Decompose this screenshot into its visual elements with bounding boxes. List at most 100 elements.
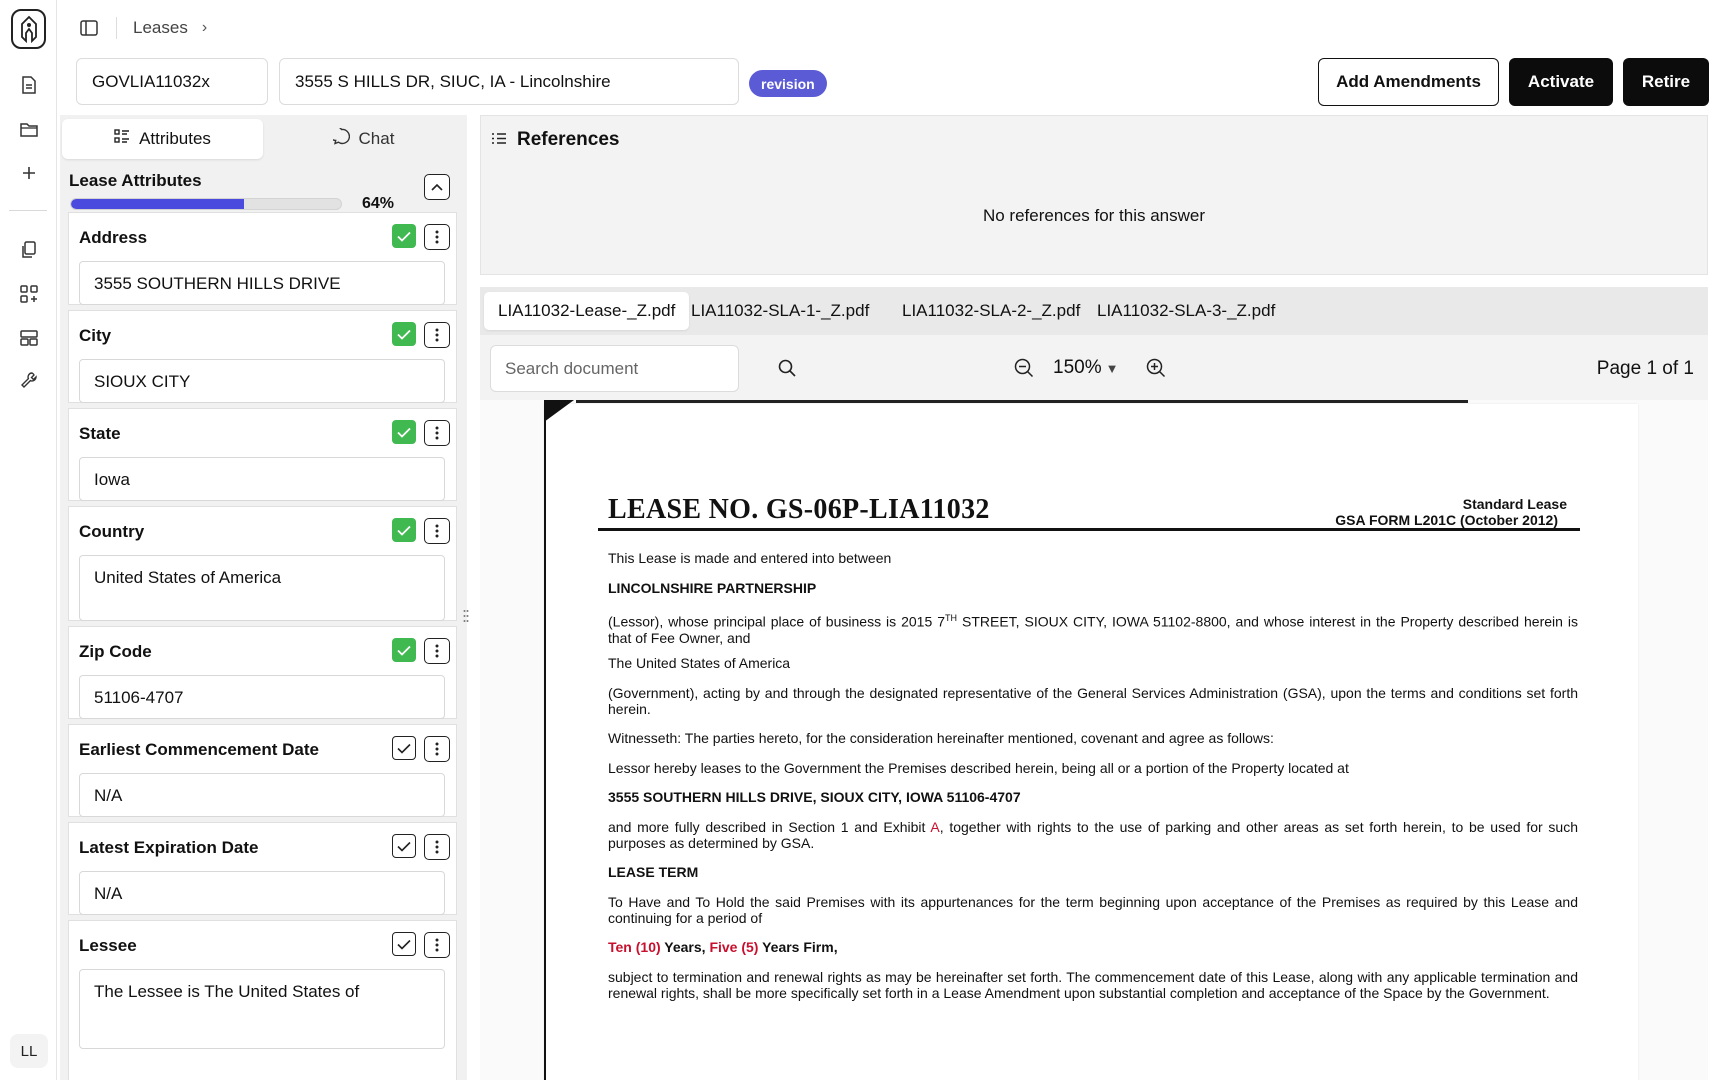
tab-doc-sla-3[interactable]: LIA11032-SLA-3-_Z.pdf	[1083, 292, 1289, 330]
document-search-input[interactable]	[490, 345, 739, 392]
zoom-in-icon[interactable]	[1144, 356, 1168, 380]
verified-check-icon[interactable]	[392, 224, 416, 248]
doc-paragraph: LEASE TERM	[608, 864, 699, 880]
latest-expiration-date-input[interactable]: N/A	[79, 871, 445, 915]
country-input[interactable]: United States of America	[79, 555, 445, 621]
attribute-state: State Iowa	[68, 408, 457, 501]
attributes-panel: Attributes Chat Lease Attributes 64% Add…	[60, 115, 467, 1080]
doc-highlight: Ten (10)	[608, 939, 661, 955]
layout-icon[interactable]	[18, 327, 40, 349]
user-avatar[interactable]: LL	[10, 1034, 48, 1068]
app-rail: LL	[0, 0, 57, 1080]
doc-paragraph: 3555 SOUTHERN HILLS DRIVE, SIOUX CITY, I…	[608, 789, 1021, 805]
address-input[interactable]: 3555 SOUTHERN HILLS DRIVE	[79, 261, 445, 305]
doc-paragraph: To Have and To Hold the said Premises wi…	[608, 894, 1578, 926]
activate-button[interactable]: Activate	[1509, 58, 1613, 106]
tab-attributes-label: Attributes	[139, 129, 211, 148]
sidebar-toggle-icon[interactable]	[76, 15, 102, 41]
tab-attributes[interactable]: Attributes	[62, 119, 263, 159]
app-logo[interactable]	[11, 9, 46, 49]
doc-paragraph: and more fully described in Section 1 an…	[608, 819, 1578, 851]
field-label: State	[79, 424, 121, 443]
doc-paragraph: This Lease is made and entered into betw…	[608, 550, 892, 566]
doc-paragraph: subject to termination and renewal right…	[608, 969, 1578, 1001]
verified-check-icon[interactable]	[392, 420, 416, 444]
field-label: City	[79, 326, 112, 345]
pdf-page: LEASE NO. GS-06P-LIA11032 Standard Lease…	[544, 400, 1638, 1080]
document-tabs: LIA11032-Lease-_Z.pdf LIA11032-SLA-1-_Z.…	[480, 287, 1708, 335]
more-options-icon[interactable]	[424, 932, 450, 958]
tab-chat[interactable]: Chat	[263, 119, 464, 159]
earliest-commencement-date-input[interactable]: N/A	[79, 773, 445, 817]
lease-attributes-title: Lease Attributes	[69, 171, 202, 190]
wrench-icon[interactable]	[18, 369, 40, 391]
page-scan-edge	[576, 400, 1468, 403]
verified-check-icon[interactable]	[392, 518, 416, 542]
copy-icon[interactable]	[18, 239, 40, 261]
page-indicator: Page 1 of 1	[1596, 358, 1694, 379]
retire-button[interactable]: Retire	[1623, 58, 1709, 106]
document-viewport[interactable]: LEASE NO. GS-06P-LIA11032 Standard Lease…	[480, 400, 1708, 1080]
references-empty-message: No references for this answer	[982, 206, 1206, 225]
doc-superscript: TH	[945, 613, 958, 623]
unverified-check-icon[interactable]	[392, 834, 416, 858]
panel-resize-handle[interactable]	[463, 609, 469, 623]
progress-percent: 64%	[362, 195, 395, 212]
attribute-address: Address 3555 SOUTHERN HILLS DRIVE	[68, 212, 457, 305]
rail-divider	[9, 210, 47, 211]
document-icon[interactable]	[18, 74, 40, 96]
lease-code-field[interactable]: GOVLIA11032x	[76, 58, 268, 105]
tab-doc-lease[interactable]: LIA11032-Lease-_Z.pdf	[484, 292, 690, 330]
more-options-icon[interactable]	[424, 224, 450, 250]
more-options-icon[interactable]	[424, 736, 450, 762]
field-label: Lessee	[79, 936, 137, 955]
verified-check-icon[interactable]	[392, 322, 416, 346]
doc-highlight: Five (5)	[709, 939, 759, 955]
tab-chat-label: Chat	[358, 129, 395, 148]
chevron-right-icon: ›	[201, 19, 208, 36]
zoom-value: 150%	[1053, 357, 1102, 378]
breadcrumb-leases[interactable]: Leases	[133, 18, 188, 38]
progress-bar	[70, 198, 342, 210]
zoom-out-icon[interactable]	[1012, 356, 1036, 380]
city-input[interactable]: SIOUX CITY	[79, 359, 445, 403]
attribute-zip-code: Zip Code 51106-4707	[68, 626, 457, 719]
breadcrumb-divider	[116, 17, 117, 39]
more-options-icon[interactable]	[424, 322, 450, 348]
grid-scan-icon[interactable]	[18, 283, 40, 305]
doc-paragraph: Witnesseth: The parties hereto, for the …	[608, 730, 1274, 746]
caret-down-icon: ▼	[1105, 361, 1119, 376]
more-options-icon[interactable]	[424, 638, 450, 664]
unverified-check-icon[interactable]	[392, 932, 416, 956]
attribute-country: Country United States of America	[68, 506, 457, 621]
attribute-latest-expiration-date: Latest Expiration Date N/A	[68, 822, 457, 915]
form-type-line: Standard Lease	[1462, 496, 1567, 512]
lessee-input[interactable]: The Lessee is The United States of	[79, 969, 445, 1049]
unverified-check-icon[interactable]	[392, 736, 416, 760]
more-options-icon[interactable]	[424, 420, 450, 446]
tab-doc-sla-1[interactable]: LIA11032-SLA-1-_Z.pdf	[677, 292, 883, 330]
add-amendments-button[interactable]: Add Amendments	[1318, 58, 1499, 106]
property-field[interactable]: 3555 S HILLS DR, SIUC, IA - Lincolnshire	[279, 58, 739, 105]
zip-code-input[interactable]: 51106-4707	[79, 675, 445, 719]
lease-number-heading: LEASE NO. GS-06P-LIA11032	[608, 494, 990, 525]
more-options-icon[interactable]	[424, 518, 450, 544]
doc-text: Years,	[660, 939, 710, 955]
doc-text: (Lessor), whose principal place of busin…	[608, 613, 946, 630]
doc-text: and more fully described in Section 1 an…	[608, 819, 931, 835]
folder-icon[interactable]	[18, 118, 40, 140]
state-input[interactable]: Iowa	[79, 457, 445, 501]
collapse-button[interactable]	[424, 174, 450, 200]
chevron-up-icon	[431, 183, 443, 191]
more-options-icon[interactable]	[424, 834, 450, 860]
search-icon[interactable]	[775, 356, 799, 380]
verified-check-icon[interactable]	[392, 638, 416, 662]
tab-doc-sla-2[interactable]: LIA11032-SLA-2-_Z.pdf	[888, 292, 1094, 330]
zoom-select[interactable]: 150% ▼	[1053, 357, 1118, 379]
list-icon	[491, 129, 507, 151]
references-panel: References No references for this answer	[480, 115, 1708, 275]
doc-paragraph: Lessor hereby leases to the Government t…	[608, 760, 1349, 776]
doc-highlight: A	[930, 819, 940, 835]
doc-text: Years Firm,	[758, 939, 838, 955]
plus-icon[interactable]	[18, 162, 40, 184]
